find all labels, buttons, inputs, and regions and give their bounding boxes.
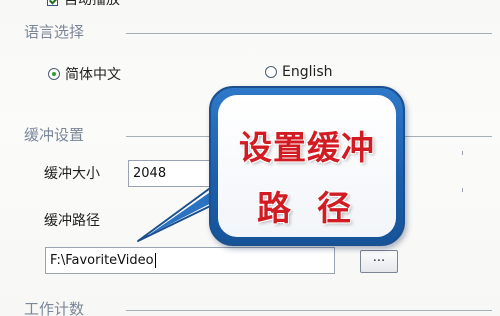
annotation-line-1: 设置缓冲 (239, 128, 375, 167)
annotation-line-2: 路径 (257, 189, 377, 229)
settings-panel: 自动播放 语言选择 简体中文 English 缓冲设置 缓冲大小 2048 缓冲… (0, 0, 500, 316)
annotation-callout-inner: 设置缓冲 路径 (218, 95, 396, 237)
annotation-callout: 设置缓冲 路径 (209, 86, 405, 246)
